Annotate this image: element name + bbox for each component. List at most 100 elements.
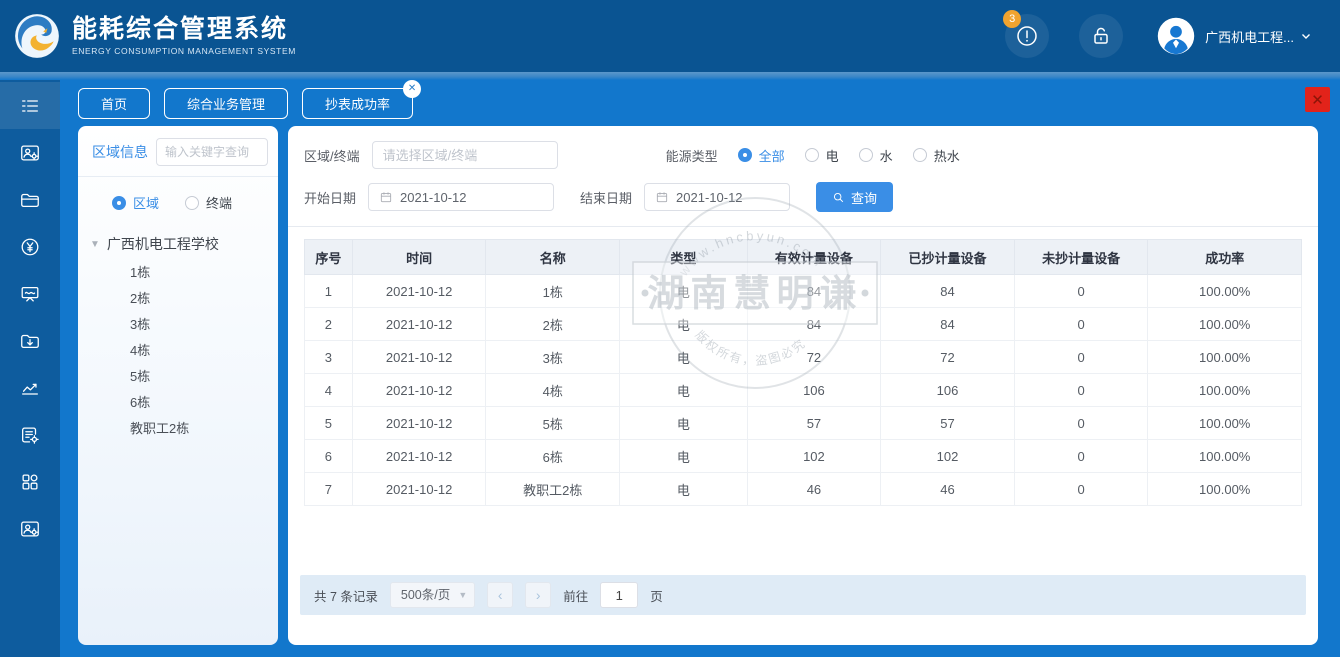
- column-header: 名称: [485, 239, 621, 275]
- select-caret-icon: ▼: [458, 590, 468, 600]
- window-close-button[interactable]: ✕: [1305, 87, 1330, 112]
- table-cell: 100.00%: [1147, 406, 1302, 440]
- tree-node-6[interactable]: 教职工2栋: [90, 416, 270, 442]
- table-cell: 4: [304, 373, 353, 407]
- table-cell: 0: [1013, 373, 1149, 407]
- table-cell: 100.00%: [1147, 307, 1302, 341]
- radio-dot-icon: [804, 148, 819, 162]
- area-select-input[interactable]: [371, 141, 558, 169]
- goto-label: 前往: [563, 589, 589, 604]
- sidebar-item-export[interactable]: [0, 317, 60, 364]
- column-header: 成功率: [1147, 239, 1302, 275]
- next-page-button[interactable]: ›: [525, 582, 552, 608]
- sidebar-nav: [0, 80, 60, 657]
- table-cell: 2021-10-12: [351, 307, 487, 341]
- table-row[interactable]: 6 2021-10-12 6栋电 102 102 0 100.00%: [304, 439, 1302, 473]
- user-menu[interactable]: 广西机电工程...: [1157, 17, 1312, 55]
- column-header: 未抄计量设备: [1013, 239, 1149, 275]
- sidebar-item-menu-list[interactable]: [0, 82, 60, 129]
- table-row[interactable]: 3 2021-10-12 3栋电 72 72 0 100.00%: [304, 340, 1302, 374]
- table-row[interactable]: 5 2021-10-12 5栋电 57 57 0 100.00%: [304, 406, 1302, 440]
- table-row[interactable]: 2 2021-10-12 2栋电 84 84 0 100.00%: [304, 307, 1302, 341]
- energy-radio-group: 全部 电 水 热水: [737, 146, 960, 165]
- app-subtitle: ENERGY CONSUMPTION MANAGEMENT SYSTEM: [72, 45, 296, 56]
- user-settings-icon: [21, 144, 39, 161]
- radio-dot-icon: [112, 195, 126, 210]
- folder-icon: [21, 193, 39, 207]
- sidebar-item-finance[interactable]: [0, 223, 60, 270]
- table-empty-space: [288, 506, 1318, 575]
- radio-label: 水: [879, 148, 893, 164]
- sidebar-item-folder[interactable]: [0, 176, 60, 223]
- area-tree: ▼ 广西机电工程学校 1栋 2栋 3栋 4栋 5栋 6栋 教职工2栋: [78, 220, 278, 450]
- top-header: 能耗综合管理系统 ENERGY CONSUMPTION MANAGEMENT S…: [0, 0, 1340, 72]
- sidebar-item-user-settings-2[interactable]: [0, 505, 60, 552]
- tree-node-0[interactable]: 1栋: [90, 260, 270, 286]
- energy-type-filter: 能源类型 全部 电 水 热水: [666, 146, 960, 165]
- radio-dot-icon: [737, 148, 752, 162]
- table-row[interactable]: 1 2021-10-12 1栋电 84 84 0 100.00%: [304, 274, 1302, 308]
- tree-node-1[interactable]: 2栋: [90, 286, 270, 312]
- table-cell: 电: [619, 472, 748, 506]
- radio-dot-icon: [858, 148, 873, 162]
- table-cell: 电: [619, 340, 748, 374]
- tree-root-node[interactable]: ▼ 广西机电工程学校: [90, 234, 270, 254]
- tree-children: 1栋 2栋 3栋 4栋 5栋 6栋 教职工2栋: [90, 260, 270, 442]
- radio-dot-icon: [185, 195, 200, 210]
- energy-radio-1[interactable]: 电: [804, 146, 839, 165]
- page-size-select[interactable]: 500条/页 ▼: [389, 582, 476, 608]
- tree-caret-icon: ▼: [90, 238, 100, 250]
- energy-radio-0[interactable]: 全部: [737, 146, 785, 165]
- sidebar-item-trend[interactable]: [0, 364, 60, 411]
- tree-node-4[interactable]: 5栋: [90, 364, 270, 390]
- start-date-input[interactable]: 2021-10-12: [368, 183, 555, 211]
- end-date-input[interactable]: 2021-10-12: [644, 183, 791, 211]
- query-button[interactable]: 查询: [816, 182, 894, 212]
- table-cell: 0: [1013, 274, 1149, 308]
- filter-section: 区域/终端 能源类型 全部 电 水 热水 开始日期 2021-10-12: [288, 126, 1318, 226]
- document-settings-icon: [22, 426, 39, 444]
- table-cell: 1栋: [485, 274, 621, 308]
- table-row[interactable]: 4 2021-10-12 4栋电 106 106 0 100.00%: [304, 373, 1302, 407]
- energy-type-label: 能源类型: [665, 148, 718, 164]
- scope-radio-1[interactable]: 终端: [185, 193, 232, 212]
- table-cell: 电: [619, 274, 748, 308]
- table-cell: 84: [880, 307, 1015, 341]
- lock-button[interactable]: [1079, 14, 1124, 58]
- table-cell: 84: [746, 307, 882, 341]
- radio-label: 电: [825, 148, 839, 164]
- chevron-down-icon: [1302, 34, 1310, 39]
- tab-0[interactable]: 首页: [78, 87, 151, 119]
- energy-radio-3[interactable]: 热水: [912, 146, 960, 165]
- scope-radio-0[interactable]: 区域: [112, 193, 159, 212]
- table-cell: 100.00%: [1147, 472, 1302, 506]
- table-cell: 6栋: [485, 439, 621, 473]
- tab-1[interactable]: 综合业务管理: [164, 87, 289, 119]
- tree-search-input[interactable]: [156, 138, 268, 166]
- tree-node-5[interactable]: 6栋: [90, 390, 270, 416]
- goto-page-input[interactable]: [600, 582, 639, 608]
- notification-button[interactable]: 3: [1003, 10, 1050, 58]
- tree-node-2[interactable]: 3栋: [90, 312, 270, 338]
- table-cell: 72: [746, 340, 882, 374]
- column-header: 序号: [304, 239, 353, 275]
- table-cell: 102: [746, 439, 882, 473]
- currency-yen-icon: [21, 238, 39, 255]
- tab-label: 抄表成功率: [325, 96, 391, 112]
- tree-node-3[interactable]: 4栋: [90, 338, 270, 364]
- sidebar-item-report-settings[interactable]: [0, 411, 60, 458]
- tab-2[interactable]: 抄表成功率 ✕: [302, 79, 422, 119]
- app-titles: 能耗综合管理系统 ENERGY CONSUMPTION MANAGEMENT S…: [72, 16, 296, 56]
- table-row[interactable]: 7 2021-10-12 教职工2栋电 46 46 0 100.00%: [304, 472, 1302, 506]
- table-cell: 46: [880, 472, 1015, 506]
- table-cell: 57: [746, 406, 882, 440]
- table-cell: 102: [880, 439, 1015, 473]
- sidebar-item-apps[interactable]: [0, 458, 60, 505]
- app-logo-icon: [15, 14, 59, 58]
- sidebar-item-user-settings[interactable]: [0, 129, 60, 176]
- tab-close-icon[interactable]: ✕: [403, 79, 422, 98]
- energy-radio-2[interactable]: 水: [858, 146, 893, 165]
- main-panel: 区域/终端 能源类型 全部电水热水 开始日期 2021-10-12: [288, 126, 1318, 645]
- sidebar-item-monitor[interactable]: [0, 270, 60, 317]
- prev-page-button[interactable]: ‹: [487, 582, 514, 608]
